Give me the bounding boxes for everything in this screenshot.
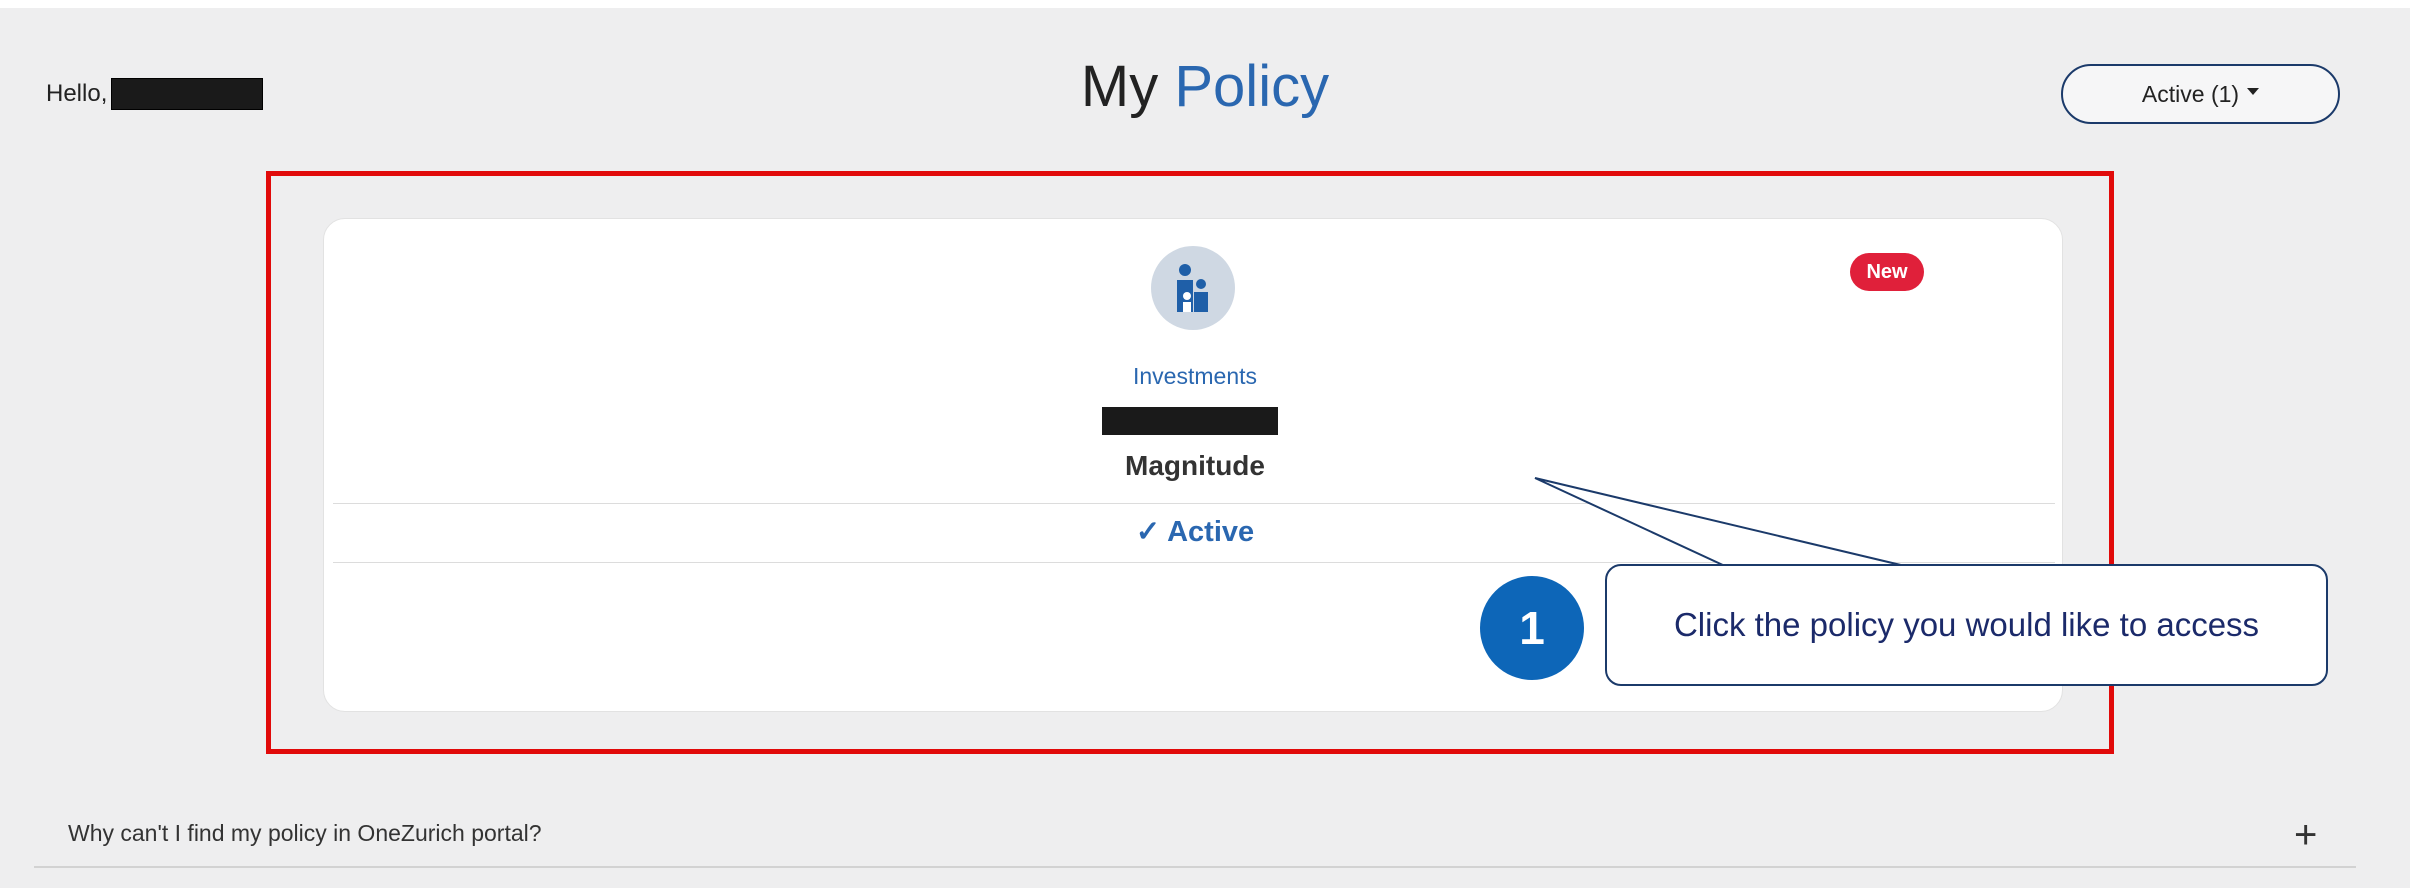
plus-icon[interactable]: + xyxy=(2294,810,2317,860)
callout-text: Click the policy you would like to acces… xyxy=(1673,606,2260,643)
faq-item[interactable]: Why can't I find my policy in OneZurich … xyxy=(34,808,2356,868)
callout-pointer xyxy=(1534,477,1906,567)
tutorial-callout: Click the policy you would like to acces… xyxy=(1605,564,2328,686)
faq-question: Why can't I find my policy in OneZurich … xyxy=(68,820,542,846)
step-number-badge: 1 xyxy=(1480,576,1584,680)
